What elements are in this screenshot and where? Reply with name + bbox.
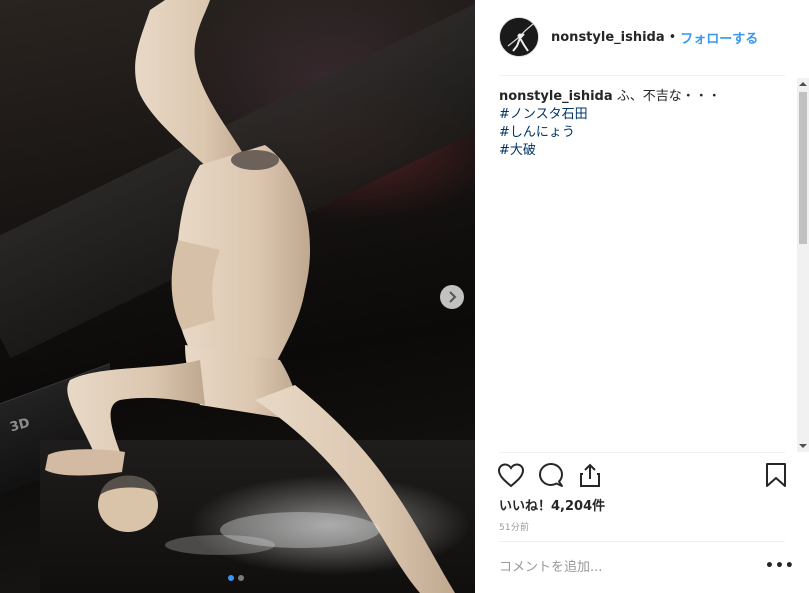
header-divider bbox=[499, 75, 785, 76]
post-header: nonstyle_ishida • フォローする bbox=[499, 16, 758, 58]
post-sidebar: nonstyle_ishida • フォローする nonstyle_ishida… bbox=[475, 0, 809, 593]
fencer-avatar-icon bbox=[500, 18, 538, 56]
chevron-right-icon bbox=[449, 291, 457, 303]
share-icon bbox=[580, 463, 600, 487]
bookmark-icon bbox=[766, 463, 786, 487]
post-photo[interactable]: 3D bbox=[0, 0, 475, 593]
more-options-button[interactable]: ••• bbox=[765, 558, 795, 574]
likes-count[interactable]: いいね！4,204件 bbox=[499, 495, 605, 514]
scrollbar-thumb[interactable] bbox=[799, 92, 807, 244]
scroll-up-arrow-icon[interactable] bbox=[797, 78, 809, 90]
comments-scrollbar[interactable] bbox=[797, 78, 809, 452]
share-button[interactable] bbox=[577, 462, 603, 492]
post-username[interactable]: nonstyle_ishida bbox=[551, 30, 665, 45]
post-caption: nonstyle_ishida ふ、不吉な・・・ #ノンスタ石田 #しんにょう … bbox=[499, 88, 789, 160]
carousel-dot-2 bbox=[238, 575, 244, 581]
comment-button[interactable] bbox=[537, 462, 565, 492]
caption-text: ふ、不吉な・・・ bbox=[616, 89, 721, 104]
actions-divider bbox=[499, 452, 785, 453]
save-button[interactable] bbox=[765, 462, 787, 492]
action-bar bbox=[497, 462, 789, 490]
carousel-dot-1 bbox=[228, 575, 234, 581]
comment-divider bbox=[499, 541, 785, 542]
avatar[interactable] bbox=[499, 17, 539, 57]
hashtag-2[interactable]: #しんにょう bbox=[499, 124, 789, 142]
hashtag-3[interactable]: #大破 bbox=[499, 142, 789, 160]
figure-illustration bbox=[45, 0, 455, 593]
header-separator: • bbox=[668, 29, 677, 45]
post-timestamp[interactable]: 51分前 bbox=[499, 520, 529, 533]
like-button[interactable] bbox=[497, 462, 525, 492]
comment-icon bbox=[539, 463, 563, 487]
caption-username[interactable]: nonstyle_ishida bbox=[499, 89, 613, 104]
carousel-indicator bbox=[228, 575, 244, 581]
hashtag-1[interactable]: #ノンスタ石田 bbox=[499, 106, 789, 124]
heart-icon bbox=[497, 463, 525, 488]
scroll-down-arrow-icon[interactable] bbox=[797, 440, 809, 452]
comment-input[interactable] bbox=[499, 556, 739, 578]
follow-button[interactable]: フォローする bbox=[680, 28, 758, 47]
carousel-next-button[interactable] bbox=[440, 285, 464, 309]
